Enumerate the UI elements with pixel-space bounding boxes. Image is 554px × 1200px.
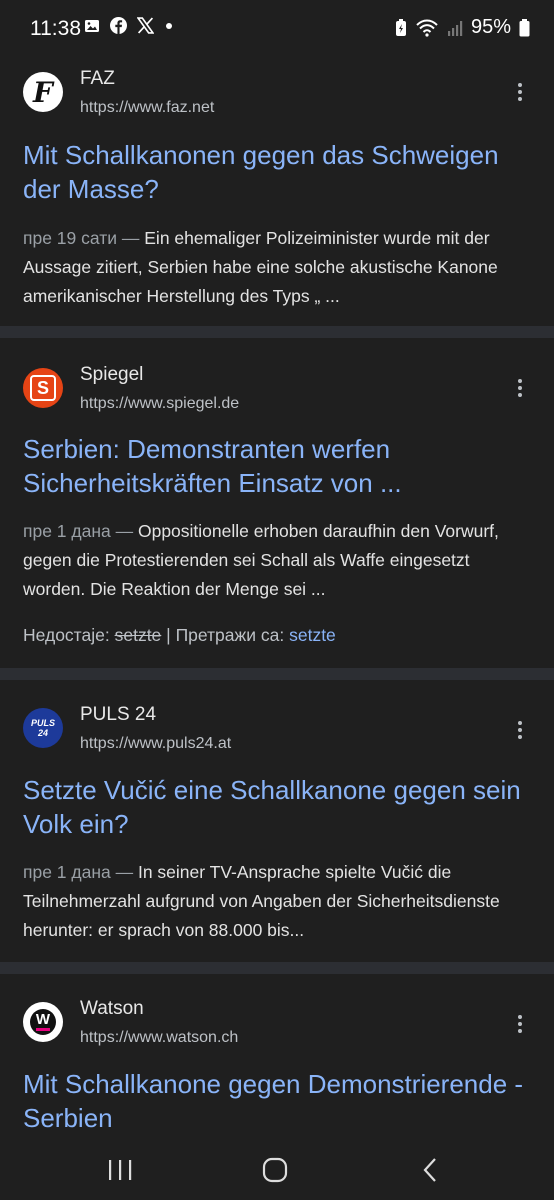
facebook-icon — [110, 17, 127, 34]
result-title-link[interactable]: Serbien: Demonstranten werfen Sicherheit… — [23, 432, 533, 500]
source-url[interactable]: https://www.faz.net — [80, 99, 214, 117]
result-title-link[interactable]: Mit Schallkanonen gegen das Schweigen de… — [23, 138, 533, 206]
missing-label: Недостаје: — [23, 625, 110, 645]
source-url[interactable]: https://www.puls24.at — [80, 735, 231, 753]
battery-icon — [519, 18, 530, 36]
result-snippet: пре 1 дана — In seiner TV-Ansprache spie… — [23, 858, 533, 945]
signal-icon — [447, 20, 463, 36]
recent-apps-button[interactable] — [90, 1148, 150, 1192]
image-icon — [85, 19, 99, 32]
puls24-logo: PULS 24 — [23, 708, 63, 748]
result-date: пре 1 дана — — [23, 521, 134, 541]
dot-icon — [166, 22, 172, 29]
back-button[interactable] — [400, 1148, 460, 1192]
divider — [0, 326, 554, 338]
result-snippet: пре 1 дана — Oppositionelle erhoben dara… — [23, 517, 533, 604]
result-date: пре 19 сати — — [23, 228, 140, 248]
source-name[interactable]: Spiegel — [80, 364, 143, 386]
missing-word: setzte — [114, 625, 162, 645]
divider — [0, 668, 554, 680]
x-icon — [137, 17, 154, 34]
more-options-icon[interactable] — [510, 80, 530, 110]
clock: 11:38 — [30, 17, 81, 40]
source-name[interactable]: FAZ — [80, 68, 115, 90]
search-result-faz[interactable]: F FAZ https://www.faz.net Mit Schallkano… — [0, 58, 554, 326]
spiegel-logo: S — [23, 368, 63, 408]
battery-percent: 95% — [470, 16, 511, 38]
source-name[interactable]: PULS 24 — [80, 704, 156, 726]
back-icon — [423, 1158, 436, 1182]
more-options-icon[interactable] — [510, 376, 530, 406]
search-result-puls24[interactable]: PULS 24 PULS 24 https://www.puls24.at Se… — [0, 680, 554, 962]
result-date: пре 1 дана — — [23, 862, 134, 882]
source-url[interactable]: https://www.watson.ch — [80, 1029, 238, 1047]
notification-icons — [84, 17, 174, 34]
more-options-icon[interactable] — [510, 1012, 530, 1042]
battery-saver-icon — [395, 18, 406, 36]
more-options-icon[interactable] — [510, 718, 530, 748]
result-title-link[interactable]: Mit Schallkanone gegen Demonstrierende -… — [23, 1067, 533, 1135]
result-title-link[interactable]: Setzte Vučić eine Schallkanone gegen sei… — [23, 773, 533, 841]
recent-apps-icon — [109, 1160, 132, 1180]
faz-logo: F — [23, 72, 63, 112]
home-icon — [262, 1157, 288, 1183]
system-navigation-bar — [0, 1140, 554, 1200]
missing-terms: Недостаје: setzte | Претражи са: setzte — [23, 625, 336, 646]
source-name[interactable]: Watson — [80, 998, 144, 1020]
search-result-spiegel[interactable]: S Spiegel https://www.spiegel.de Serbien… — [0, 338, 554, 668]
search-with-label: | Претражи са: — [166, 625, 285, 645]
search-with-link[interactable]: setzte — [289, 625, 336, 645]
home-button[interactable] — [245, 1148, 305, 1192]
result-snippet: пре 19 сати — Ein ehemaliger Polizeimini… — [23, 224, 533, 311]
source-url[interactable]: https://www.spiegel.de — [80, 395, 239, 413]
wifi-icon — [416, 19, 438, 37]
system-icons: 95% — [395, 16, 530, 39]
status-bar: 11:38 95% — [0, 0, 554, 58]
watson-logo: W — [23, 1002, 63, 1042]
divider — [0, 962, 554, 974]
